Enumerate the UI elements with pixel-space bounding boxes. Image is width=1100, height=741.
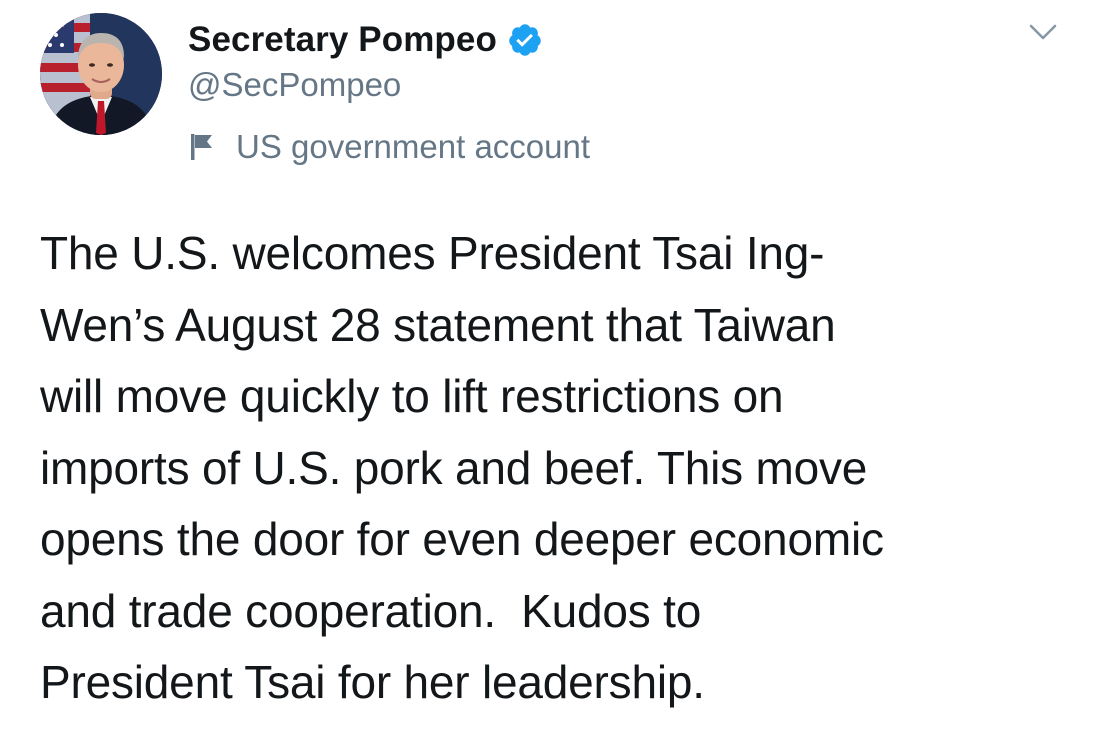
flag-icon xyxy=(190,132,216,162)
avatar[interactable] xyxy=(40,13,162,135)
handle[interactable]: @SecPompeo xyxy=(188,66,401,104)
tweet-text: The U.S. welcomes President Tsai Ing- We… xyxy=(40,227,884,708)
chevron-down-icon[interactable] xyxy=(1028,20,1058,44)
government-account-label[interactable]: US government account xyxy=(190,126,590,168)
government-account-text: US government account xyxy=(236,128,591,165)
tweet-card: Secretary Pompeo @SecPompeo US governmen… xyxy=(0,0,1100,741)
display-name[interactable]: Secretary Pompeo xyxy=(188,20,497,60)
verified-badge-icon xyxy=(507,22,543,58)
avatar-image xyxy=(40,13,162,135)
author-name-row[interactable]: Secretary Pompeo xyxy=(188,18,543,62)
